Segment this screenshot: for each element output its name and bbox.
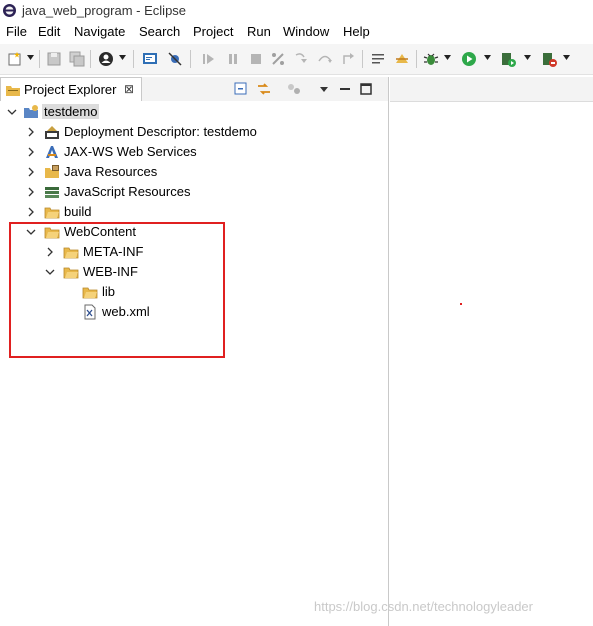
save-all-icon[interactable]	[68, 50, 86, 68]
toolbar-separator	[362, 50, 363, 68]
chevron-right-icon[interactable]	[26, 187, 36, 197]
menu-search[interactable]: Search	[139, 24, 180, 39]
project-explorer-icon	[5, 83, 21, 97]
filters-icon[interactable]	[286, 81, 302, 97]
view-menu-icon[interactable]	[316, 81, 332, 97]
chevron-right-icon[interactable]	[26, 147, 36, 157]
run-server-icon[interactable]	[499, 50, 517, 68]
view-tab-label: Project Explorer	[24, 82, 117, 97]
tree-item-build[interactable]: build	[0, 202, 388, 222]
web-services-icon	[44, 144, 60, 160]
suspend-icon[interactable]	[224, 50, 242, 68]
tree-item-deployment-descriptor[interactable]: Deployment Descriptor: testdemo	[0, 122, 388, 142]
disconnect-icon[interactable]	[269, 50, 287, 68]
profile-dropdown-icon[interactable]	[119, 55, 126, 60]
tab-project-explorer[interactable]: Project Explorer ⊠	[0, 77, 142, 101]
profile-icon[interactable]	[97, 50, 115, 68]
java-resources-icon	[44, 164, 60, 180]
view-header: Project Explorer ⊠	[0, 77, 388, 101]
toolbar-separator	[39, 50, 40, 68]
eclipse-icon	[2, 3, 17, 18]
deployment-descriptor-icon	[44, 124, 60, 140]
external-tools-icon[interactable]	[540, 50, 558, 68]
project-icon	[23, 104, 39, 120]
step-into-icon[interactable]	[292, 50, 310, 68]
folder-icon	[44, 204, 60, 220]
tree-item-label: Java Resources	[64, 164, 158, 179]
menu-file[interactable]: File	[6, 24, 27, 39]
toolbar-separator	[190, 50, 191, 68]
tree-item-label: JavaScript Resources	[64, 184, 191, 199]
toolbar-separator	[90, 50, 91, 68]
debug-icon[interactable]	[422, 50, 440, 68]
chevron-right-icon[interactable]	[26, 167, 36, 177]
new-icon[interactable]	[6, 50, 24, 68]
step-return-icon[interactable]	[339, 50, 357, 68]
tree-item-label: JAX-WS Web Services	[64, 144, 197, 159]
menu-navigate[interactable]: Navigate	[74, 24, 125, 39]
run-dropdown-icon[interactable]	[484, 55, 491, 60]
step-over-icon[interactable]	[316, 50, 334, 68]
task-list-icon[interactable]	[369, 50, 387, 68]
menu-run[interactable]: Run	[247, 24, 271, 39]
tree-item-javascript-resources[interactable]: JavaScript Resources	[0, 182, 388, 202]
red-dot	[460, 303, 462, 305]
tree-item-label: testdemo	[42, 104, 100, 119]
menu-project[interactable]: Project	[193, 24, 233, 39]
skip-breakpoints-icon[interactable]	[166, 50, 184, 68]
menu-edit[interactable]: Edit	[38, 24, 60, 39]
main-toolbar	[0, 44, 593, 75]
tree-item-label: build	[64, 204, 92, 219]
link-with-editor-icon[interactable]	[256, 81, 272, 97]
run-icon[interactable]	[460, 50, 478, 68]
watermark-text: https://blog.csdn.net/technologyleader	[314, 599, 533, 614]
resume-icon[interactable]	[199, 50, 217, 68]
toolbar-separator	[416, 50, 417, 68]
editor-area[interactable]	[390, 77, 593, 626]
debug-dropdown-icon[interactable]	[444, 55, 451, 60]
highlight-box	[9, 222, 225, 358]
open-type-icon[interactable]	[393, 50, 411, 68]
maximize-icon[interactable]	[358, 81, 374, 97]
console-icon[interactable]	[141, 50, 159, 68]
title-bar: java_web_program - Eclipse	[0, 0, 593, 22]
javascript-resources-icon	[44, 184, 60, 200]
window-title: java_web_program - Eclipse	[22, 3, 187, 18]
tree-item-java-resources[interactable]: Java Resources	[0, 162, 388, 182]
tree-item-jax-ws[interactable]: JAX-WS Web Services	[0, 142, 388, 162]
terminate-icon[interactable]	[247, 50, 265, 68]
menu-help[interactable]: Help	[343, 24, 370, 39]
tree-item-testdemo[interactable]: testdemo	[0, 102, 388, 122]
tree-item-label: Deployment Descriptor: testdemo	[64, 124, 257, 139]
run-server-dropdown-icon[interactable]	[524, 55, 531, 60]
external-tools-dropdown-icon[interactable]	[563, 55, 570, 60]
new-dropdown-icon[interactable]	[27, 55, 34, 60]
menu-bar: File Edit Navigate Search Project Run Wi…	[0, 22, 593, 42]
close-tab-icon[interactable]: ⊠	[124, 82, 134, 96]
chevron-right-icon[interactable]	[26, 207, 36, 217]
toolbar-separator	[133, 50, 134, 68]
chevron-right-icon[interactable]	[26, 127, 36, 137]
collapse-all-icon[interactable]	[233, 81, 249, 97]
editor-tab-strip	[390, 77, 593, 102]
save-icon[interactable]	[45, 50, 63, 68]
menu-window[interactable]: Window	[283, 24, 329, 39]
chevron-down-icon[interactable]	[7, 107, 17, 117]
minimize-icon[interactable]	[337, 81, 353, 97]
